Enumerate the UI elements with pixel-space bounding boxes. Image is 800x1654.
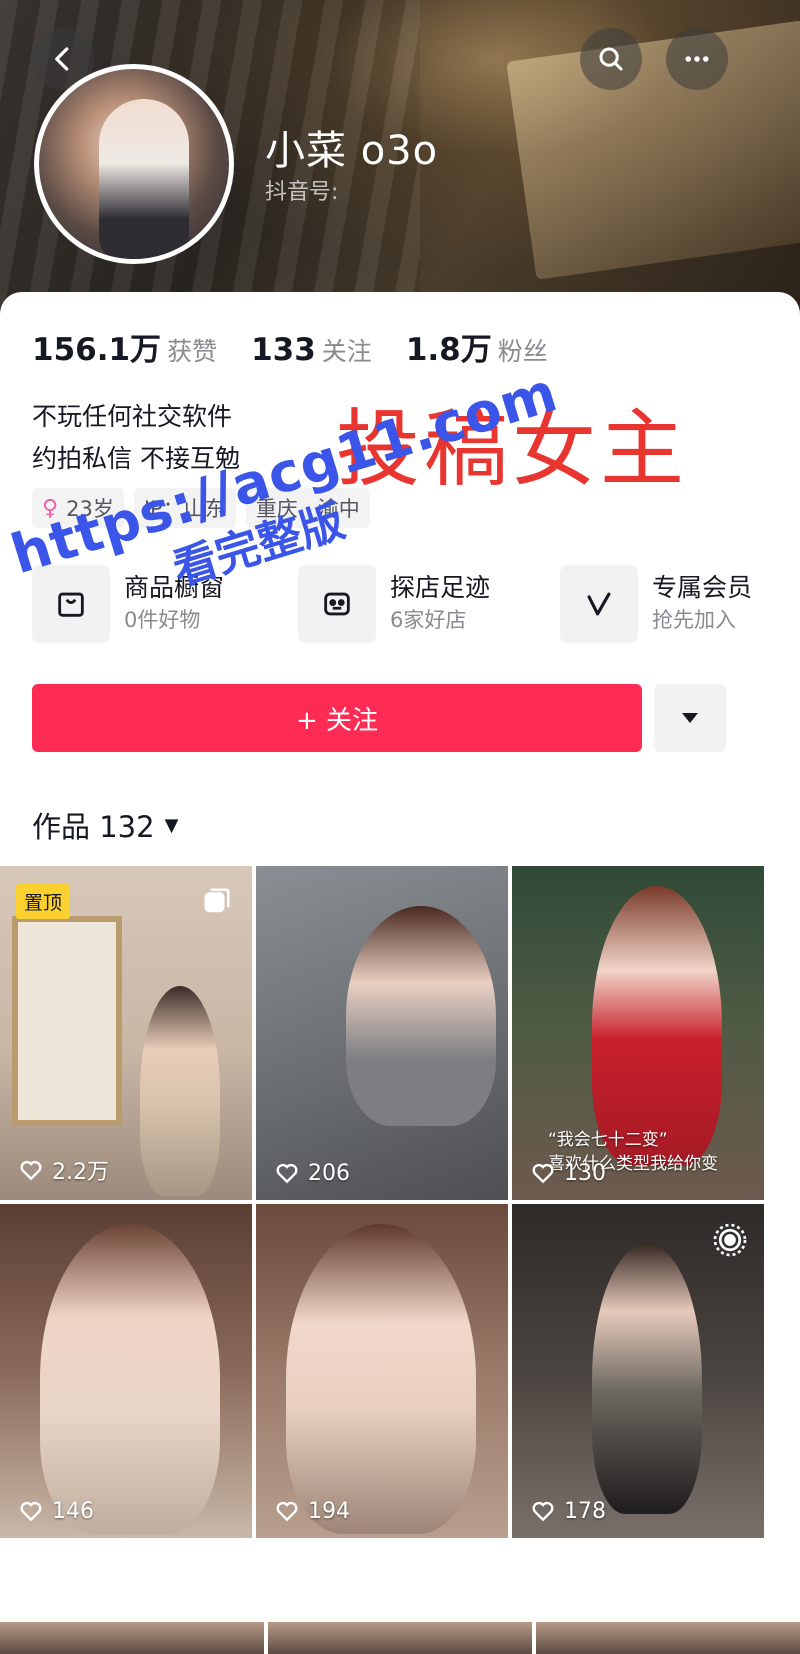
video-likes: 2.2万 — [18, 1154, 109, 1186]
video-thumbnail-photo — [286, 1224, 476, 1534]
bio-line-2: 约拍私信 不接互勉 — [32, 444, 240, 473]
live-photo-icon — [713, 1223, 747, 1257]
age-tag: ♀ 23岁 — [32, 488, 124, 528]
service-membership-subtitle: 抢先加入 — [652, 608, 736, 632]
bio: 不玩任何社交软件 约拍私信 不接互勉 — [32, 396, 240, 480]
heart-icon — [20, 1501, 42, 1522]
location-tag: 重庆 · 渝中 — [245, 488, 370, 528]
stat-likes-label: 获赞 — [167, 337, 218, 366]
vip-icon — [560, 565, 638, 643]
video-thumbnail[interactable]: 206 — [256, 866, 508, 1200]
profile-tags: ♀ 23岁 IP：山东 重庆 · 渝中 — [32, 488, 380, 528]
heart-icon — [276, 1501, 298, 1522]
video-thumbnail[interactable]: 178 — [512, 1204, 764, 1538]
overlay-text: 投稿女主 — [336, 400, 689, 498]
stat-following-label: 关注 — [321, 337, 372, 366]
video-thumbnail[interactable]: 146 — [0, 1204, 252, 1538]
search-icon — [599, 47, 623, 71]
heart-icon — [532, 1163, 554, 1184]
video-thumbnail[interactable]: “我会七十二变” 喜欢什么类型我给你变 130 — [512, 866, 764, 1200]
video-thumbnail-photo — [346, 906, 496, 1126]
video-likes: 206 — [274, 1160, 350, 1186]
pinned-badge: 置顶 — [16, 884, 71, 919]
video-thumbnail[interactable] — [268, 1622, 532, 1654]
stat-likes-value: 156.1万 — [32, 332, 162, 368]
follow-button[interactable]: + 关注 — [32, 684, 642, 752]
bio-line-1: 不玩任何社交软件 — [32, 402, 233, 431]
video-likes: 130 — [530, 1160, 606, 1186]
caret-down-icon — [682, 713, 698, 723]
service-membership-title: 专属会员 — [652, 573, 753, 602]
video-thumbnail[interactable] — [0, 1622, 264, 1654]
shop-icon — [298, 565, 376, 643]
video-thumbnail-photo — [140, 986, 220, 1196]
tab-works-label: 作品 132 — [32, 810, 155, 844]
heart-icon — [532, 1501, 554, 1522]
more-icon — [685, 56, 709, 62]
service-shop-visits-title: 探店足迹 — [390, 573, 491, 602]
video-likes: 146 — [18, 1498, 94, 1524]
username: 小菜 o3o — [265, 128, 439, 174]
age-tag-label: 23岁 — [66, 497, 114, 521]
video-likes-count: 194 — [308, 1498, 350, 1524]
service-showcase[interactable]: 商品橱窗 0件好物 — [32, 564, 224, 644]
video-likes: 194 — [274, 1498, 350, 1524]
service-shop-visits[interactable]: 探店足迹 6家好店 — [298, 564, 490, 644]
video-likes-count: 206 — [308, 1160, 350, 1186]
stat-likes[interactable]: 156.1万 获赞 — [32, 324, 217, 369]
more-options-button[interactable] — [666, 28, 728, 90]
calligraphy-scroll — [12, 916, 122, 1126]
video-grid-next-row — [0, 1622, 800, 1654]
video-thumbnail-photo — [40, 1224, 220, 1534]
stat-followers[interactable]: 1.8万 粉丝 — [406, 324, 548, 369]
video-likes-count: 130 — [564, 1160, 606, 1186]
stats-row: 156.1万 获赞 133 关注 1.8万 粉丝 — [32, 324, 582, 369]
service-membership[interactable]: 专属会员 抢先加入 — [560, 564, 752, 644]
video-thumbnail-photo — [592, 886, 722, 1166]
multi-image-icon — [204, 888, 230, 913]
follow-dropdown-button[interactable] — [654, 684, 726, 752]
video-thumbnail[interactable]: 194 — [256, 1204, 508, 1538]
female-icon: ♀ — [42, 495, 59, 521]
bag-icon — [32, 565, 110, 643]
avatar-photo — [99, 99, 189, 259]
banner-decoration — [506, 20, 800, 280]
video-thumbnail[interactable]: 置顶 2.2万 — [0, 866, 252, 1200]
stat-following-value: 133 — [251, 332, 316, 368]
stat-followers-label: 粉丝 — [497, 337, 548, 366]
back-icon — [55, 47, 69, 71]
service-showcase-title: 商品橱窗 — [124, 573, 225, 602]
heart-icon — [20, 1160, 42, 1181]
video-caption-line-1: “我会七十二变” — [548, 1130, 668, 1150]
video-thumbnail-photo — [592, 1244, 702, 1514]
services-row: 商品橱窗 0件好物 探店足迹 6家好店 专属会员 抢先加入 — [32, 564, 800, 648]
search-button[interactable] — [580, 28, 642, 90]
tab-works[interactable]: 作品 132 ▼ — [32, 804, 178, 846]
avatar[interactable] — [34, 64, 234, 264]
video-likes-count: 146 — [52, 1498, 94, 1524]
video-likes-count: 2.2万 — [52, 1160, 109, 1185]
stat-following[interactable]: 133 关注 — [251, 332, 372, 368]
caret-down-icon: ▼ — [164, 814, 179, 836]
heart-icon — [276, 1163, 298, 1184]
profile-banner: 小菜 o3o 抖音号: — [0, 0, 800, 330]
service-shop-visits-subtitle: 6家好店 — [390, 608, 467, 632]
douyin-id: 抖音号: — [265, 180, 339, 205]
video-grid: 置顶 2.2万 206 “我会七十二变” 喜欢什么类型我给你变 130 146 — [0, 866, 800, 1654]
video-likes: 178 — [530, 1498, 606, 1524]
ip-tag: IP：山东 — [133, 488, 236, 528]
stat-followers-value: 1.8万 — [405, 332, 492, 368]
video-likes-count: 178 — [564, 1498, 606, 1524]
service-showcase-subtitle: 0件好物 — [124, 608, 201, 632]
video-thumbnail[interactable] — [536, 1622, 800, 1654]
